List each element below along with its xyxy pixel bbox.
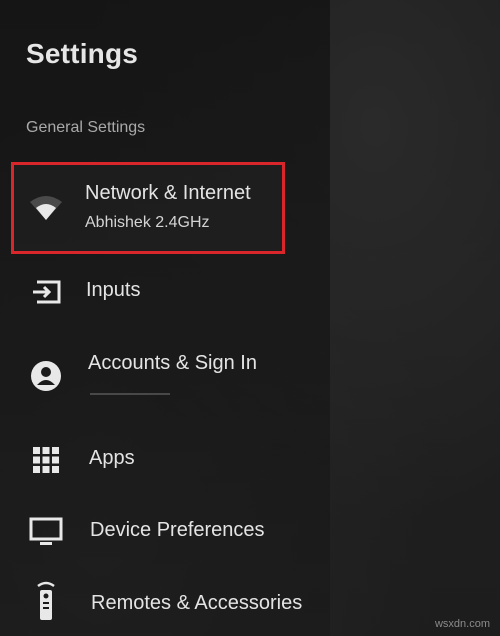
menu-item-label: Device Preferences xyxy=(90,519,265,541)
menu-item-label: Accounts & Sign In xyxy=(88,352,257,374)
menu-item-accounts-sign-in[interactable]: Accounts & Sign In xyxy=(0,338,320,398)
menu-item-label: Remotes & Accessories xyxy=(91,592,303,614)
input-icon xyxy=(28,274,64,310)
network-name: Abhishek 2.4GHz xyxy=(85,214,210,231)
menu-item-apps[interactable]: Apps xyxy=(0,428,320,488)
monitor-icon xyxy=(28,514,64,550)
section-header-general: General Settings xyxy=(26,119,146,136)
menu-item-inputs[interactable]: Inputs xyxy=(0,262,320,322)
menu-item-device-preferences[interactable]: Device Preferences xyxy=(0,500,320,560)
menu-item-remotes-accessories[interactable]: Remotes & Accessories xyxy=(0,568,320,628)
menu-item-label: Inputs xyxy=(86,279,141,301)
account-circle-icon xyxy=(28,358,64,394)
remote-icon xyxy=(28,581,64,620)
menu-item-label: Network & Internet xyxy=(85,182,251,204)
wifi-icon xyxy=(28,190,64,226)
apps-grid-icon xyxy=(28,442,64,478)
menu-item-network-internet[interactable]: Network & Internet Abhishek 2.4GHz xyxy=(0,170,320,246)
obscured-sublabel xyxy=(90,393,170,395)
watermark: wsxdn.com xyxy=(434,618,490,630)
menu-item-label: Apps xyxy=(89,447,135,469)
page-title: Settings xyxy=(26,38,139,69)
